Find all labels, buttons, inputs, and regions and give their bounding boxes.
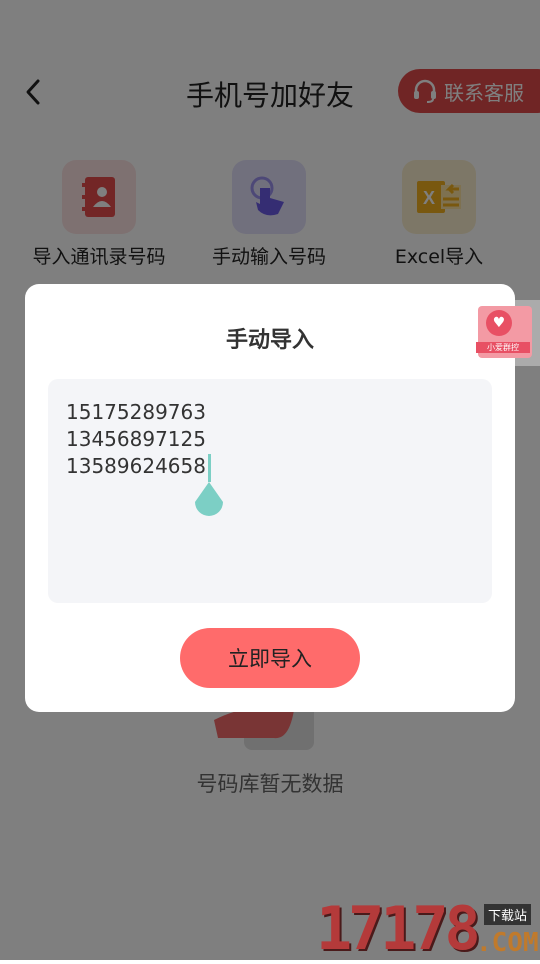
manual-import-dialog: 手动导入 15175289763 13456897125 13589624658…: [25, 284, 515, 712]
watermark-site: 下载站: [484, 904, 532, 925]
phone-numbers-textarea[interactable]: 15175289763 13456897125 13589624658: [48, 379, 492, 603]
floating-widget[interactable]: ♥ 小爱群控: [474, 300, 540, 366]
import-now-button[interactable]: 立即导入: [180, 628, 360, 688]
heart-icon: ♥: [486, 310, 512, 336]
phone-number-line: 13589624658: [66, 454, 206, 478]
phone-number-line: 15175289763: [66, 400, 206, 424]
widget-label: 小爱群控: [476, 342, 530, 353]
dialog-title: 手动导入: [225, 328, 314, 353]
watermark-domain: .COM: [476, 928, 539, 958]
cursor-handle-icon[interactable]: [193, 482, 225, 518]
watermark: 17178 下载站 .COM: [316, 894, 540, 964]
watermark-number: 17178: [316, 894, 481, 964]
phone-number-line: 13456897125: [66, 427, 206, 451]
text-caret: [208, 454, 211, 482]
